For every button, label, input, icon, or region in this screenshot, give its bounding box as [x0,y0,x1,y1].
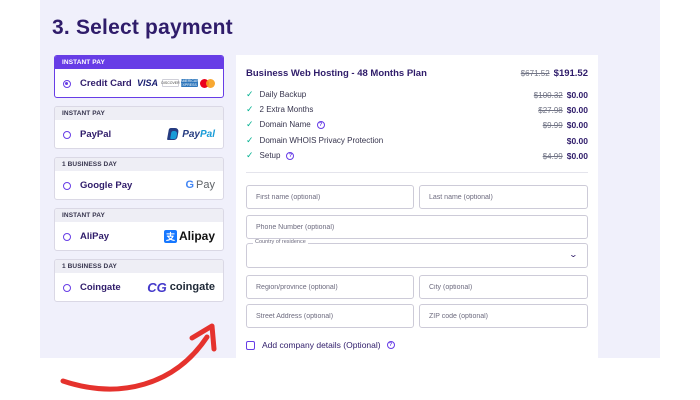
annotation-arrow-icon [60,323,217,392]
payment-step: 3. Select payment INSTANT PAY Credit Car… [0,0,700,400]
